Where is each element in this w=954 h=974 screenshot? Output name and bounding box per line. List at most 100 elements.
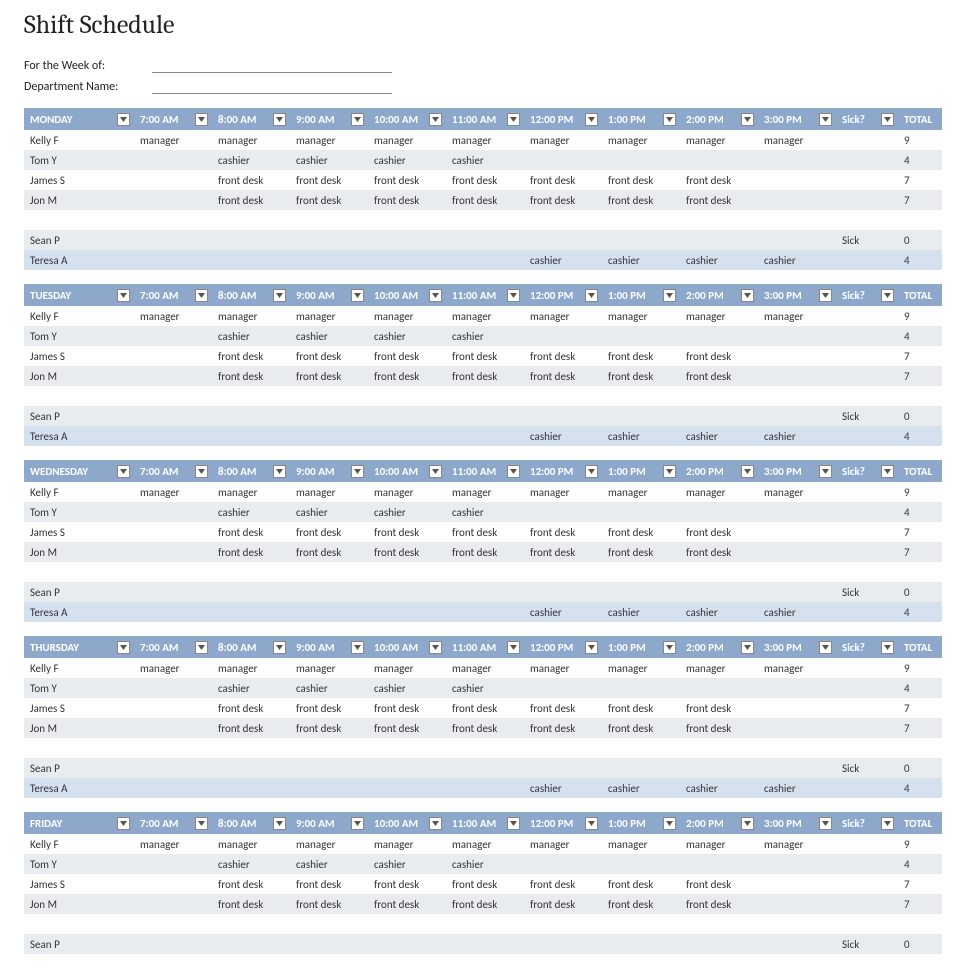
- col-header[interactable]: 8:00 AM: [212, 812, 290, 834]
- col-header[interactable]: 3:00 PM: [758, 812, 836, 834]
- filter-dropdown-icon[interactable]: [819, 817, 832, 830]
- filter-dropdown-icon[interactable]: [663, 465, 676, 478]
- col-header[interactable]: 12:00 PM: [524, 460, 602, 482]
- filter-dropdown-icon[interactable]: [507, 113, 520, 126]
- filter-dropdown-icon[interactable]: [351, 289, 364, 302]
- col-header[interactable]: 11:00 AM: [446, 812, 524, 834]
- col-header[interactable]: 2:00 PM: [680, 460, 758, 482]
- col-header[interactable]: 10:00 AM: [368, 108, 446, 130]
- col-header[interactable]: Sick?: [836, 812, 898, 834]
- filter-dropdown-icon[interactable]: [351, 465, 364, 478]
- col-header[interactable]: 2:00 PM: [680, 108, 758, 130]
- filter-dropdown-icon[interactable]: [273, 113, 286, 126]
- col-header[interactable]: 7:00 AM: [134, 812, 212, 834]
- filter-dropdown-icon[interactable]: [663, 289, 676, 302]
- col-header[interactable]: 11:00 AM: [446, 284, 524, 306]
- filter-dropdown-icon[interactable]: [881, 113, 894, 126]
- filter-dropdown-icon[interactable]: [881, 465, 894, 478]
- filter-dropdown-icon[interactable]: [881, 817, 894, 830]
- day-name-header[interactable]: TUESDAY: [24, 284, 134, 306]
- col-header[interactable]: Sick?: [836, 460, 898, 482]
- col-header-total[interactable]: TOTAL: [898, 284, 942, 306]
- col-header[interactable]: 3:00 PM: [758, 460, 836, 482]
- filter-dropdown-icon[interactable]: [117, 465, 130, 478]
- col-header[interactable]: 9:00 AM: [290, 108, 368, 130]
- col-header-total[interactable]: TOTAL: [898, 460, 942, 482]
- col-header[interactable]: 1:00 PM: [602, 812, 680, 834]
- filter-dropdown-icon[interactable]: [819, 113, 832, 126]
- filter-dropdown-icon[interactable]: [351, 641, 364, 654]
- filter-dropdown-icon[interactable]: [819, 465, 832, 478]
- filter-dropdown-icon[interactable]: [507, 465, 520, 478]
- col-header[interactable]: 3:00 PM: [758, 636, 836, 658]
- col-header[interactable]: 7:00 AM: [134, 108, 212, 130]
- col-header[interactable]: 12:00 PM: [524, 812, 602, 834]
- filter-dropdown-icon[interactable]: [881, 289, 894, 302]
- filter-dropdown-icon[interactable]: [585, 289, 598, 302]
- col-header[interactable]: 12:00 PM: [524, 108, 602, 130]
- col-header[interactable]: 2:00 PM: [680, 812, 758, 834]
- col-header[interactable]: 11:00 AM: [446, 108, 524, 130]
- col-header[interactable]: 9:00 AM: [290, 636, 368, 658]
- col-header[interactable]: 8:00 AM: [212, 284, 290, 306]
- filter-dropdown-icon[interactable]: [195, 465, 208, 478]
- col-header[interactable]: 1:00 PM: [602, 284, 680, 306]
- col-header[interactable]: Sick?: [836, 108, 898, 130]
- col-header[interactable]: 8:00 AM: [212, 636, 290, 658]
- filter-dropdown-icon[interactable]: [881, 641, 894, 654]
- filter-dropdown-icon[interactable]: [117, 113, 130, 126]
- filter-dropdown-icon[interactable]: [819, 289, 832, 302]
- filter-dropdown-icon[interactable]: [195, 289, 208, 302]
- filter-dropdown-icon[interactable]: [741, 113, 754, 126]
- filter-dropdown-icon[interactable]: [585, 817, 598, 830]
- filter-dropdown-icon[interactable]: [507, 641, 520, 654]
- filter-dropdown-icon[interactable]: [429, 465, 442, 478]
- col-header[interactable]: 3:00 PM: [758, 108, 836, 130]
- filter-dropdown-icon[interactable]: [195, 817, 208, 830]
- filter-dropdown-icon[interactable]: [273, 289, 286, 302]
- col-header[interactable]: 10:00 AM: [368, 636, 446, 658]
- filter-dropdown-icon[interactable]: [429, 817, 442, 830]
- department-input-line[interactable]: [152, 79, 392, 94]
- day-name-header[interactable]: WEDNESDAY: [24, 460, 134, 482]
- filter-dropdown-icon[interactable]: [351, 113, 364, 126]
- filter-dropdown-icon[interactable]: [741, 641, 754, 654]
- col-header[interactable]: 7:00 AM: [134, 284, 212, 306]
- col-header[interactable]: 7:00 AM: [134, 460, 212, 482]
- filter-dropdown-icon[interactable]: [273, 641, 286, 654]
- filter-dropdown-icon[interactable]: [741, 465, 754, 478]
- week-of-input-line[interactable]: [152, 58, 392, 73]
- col-header[interactable]: 8:00 AM: [212, 460, 290, 482]
- filter-dropdown-icon[interactable]: [507, 817, 520, 830]
- col-header[interactable]: 1:00 PM: [602, 108, 680, 130]
- col-header[interactable]: 2:00 PM: [680, 284, 758, 306]
- filter-dropdown-icon[interactable]: [741, 817, 754, 830]
- col-header[interactable]: 10:00 AM: [368, 812, 446, 834]
- filter-dropdown-icon[interactable]: [741, 289, 754, 302]
- col-header[interactable]: 9:00 AM: [290, 460, 368, 482]
- col-header[interactable]: 7:00 AM: [134, 636, 212, 658]
- filter-dropdown-icon[interactable]: [663, 641, 676, 654]
- filter-dropdown-icon[interactable]: [429, 641, 442, 654]
- col-header-total[interactable]: TOTAL: [898, 812, 942, 834]
- filter-dropdown-icon[interactable]: [273, 817, 286, 830]
- filter-dropdown-icon[interactable]: [585, 113, 598, 126]
- filter-dropdown-icon[interactable]: [585, 641, 598, 654]
- col-header[interactable]: 8:00 AM: [212, 108, 290, 130]
- filter-dropdown-icon[interactable]: [195, 113, 208, 126]
- filter-dropdown-icon[interactable]: [351, 817, 364, 830]
- filter-dropdown-icon[interactable]: [273, 465, 286, 478]
- filter-dropdown-icon[interactable]: [663, 113, 676, 126]
- filter-dropdown-icon[interactable]: [117, 817, 130, 830]
- col-header[interactable]: 3:00 PM: [758, 284, 836, 306]
- col-header[interactable]: 2:00 PM: [680, 636, 758, 658]
- col-header-total[interactable]: TOTAL: [898, 636, 942, 658]
- col-header[interactable]: 10:00 AM: [368, 284, 446, 306]
- col-header[interactable]: 12:00 PM: [524, 636, 602, 658]
- col-header[interactable]: 10:00 AM: [368, 460, 446, 482]
- col-header[interactable]: Sick?: [836, 284, 898, 306]
- filter-dropdown-icon[interactable]: [507, 289, 520, 302]
- col-header[interactable]: 9:00 AM: [290, 812, 368, 834]
- col-header[interactable]: 12:00 PM: [524, 284, 602, 306]
- col-header[interactable]: Sick?: [836, 636, 898, 658]
